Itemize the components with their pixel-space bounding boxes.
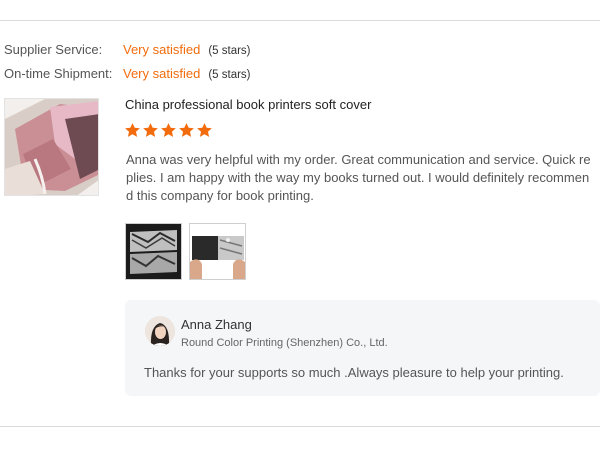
top-divider: [0, 20, 600, 21]
review-product-title[interactable]: China professional book printers soft co…: [125, 97, 371, 112]
review-photo-image: [126, 224, 181, 279]
review-photo[interactable]: [125, 223, 182, 280]
supplier-reply: Anna Zhang Round Color Printing (Shenzhe…: [125, 300, 600, 396]
supplier-service-stars: (5 stars): [208, 45, 251, 57]
review-photo-image: [190, 224, 245, 279]
star-icon: [161, 123, 176, 137]
star-icon: [197, 123, 212, 137]
reply-author-name: Anna Zhang: [181, 317, 252, 332]
reply-text: Thanks for your supports so much .Always…: [144, 365, 564, 380]
review-star-rating: [124, 122, 213, 139]
star-icon: [143, 123, 158, 137]
supplier-service-rating: Supplier Service: Very satisfied (5 star…: [4, 42, 251, 57]
star-icon: [179, 123, 194, 137]
on-time-shipment-value: Very satisfied: [123, 66, 201, 81]
review-text: Anna was very helpful with my order. Gre…: [126, 152, 591, 203]
supplier-service-value: Very satisfied: [123, 42, 201, 57]
avatar-image: [145, 316, 175, 346]
supplier-service-label: Supplier Service:: [4, 42, 103, 57]
star-icon: [125, 123, 140, 137]
on-time-shipment-rating: On-time Shipment: Very satisfied (5 star…: [4, 66, 251, 81]
review-photo[interactable]: [189, 223, 246, 280]
product-thumbnail[interactable]: [4, 98, 99, 196]
book-image: [5, 99, 98, 195]
bottom-divider: [0, 426, 600, 427]
on-time-shipment-label: On-time Shipment:: [4, 66, 113, 81]
on-time-shipment-stars: (5 stars): [208, 69, 251, 81]
avatar: [145, 316, 175, 346]
reply-company-name[interactable]: Round Color Printing (Shenzhen) Co., Ltd…: [181, 337, 388, 349]
